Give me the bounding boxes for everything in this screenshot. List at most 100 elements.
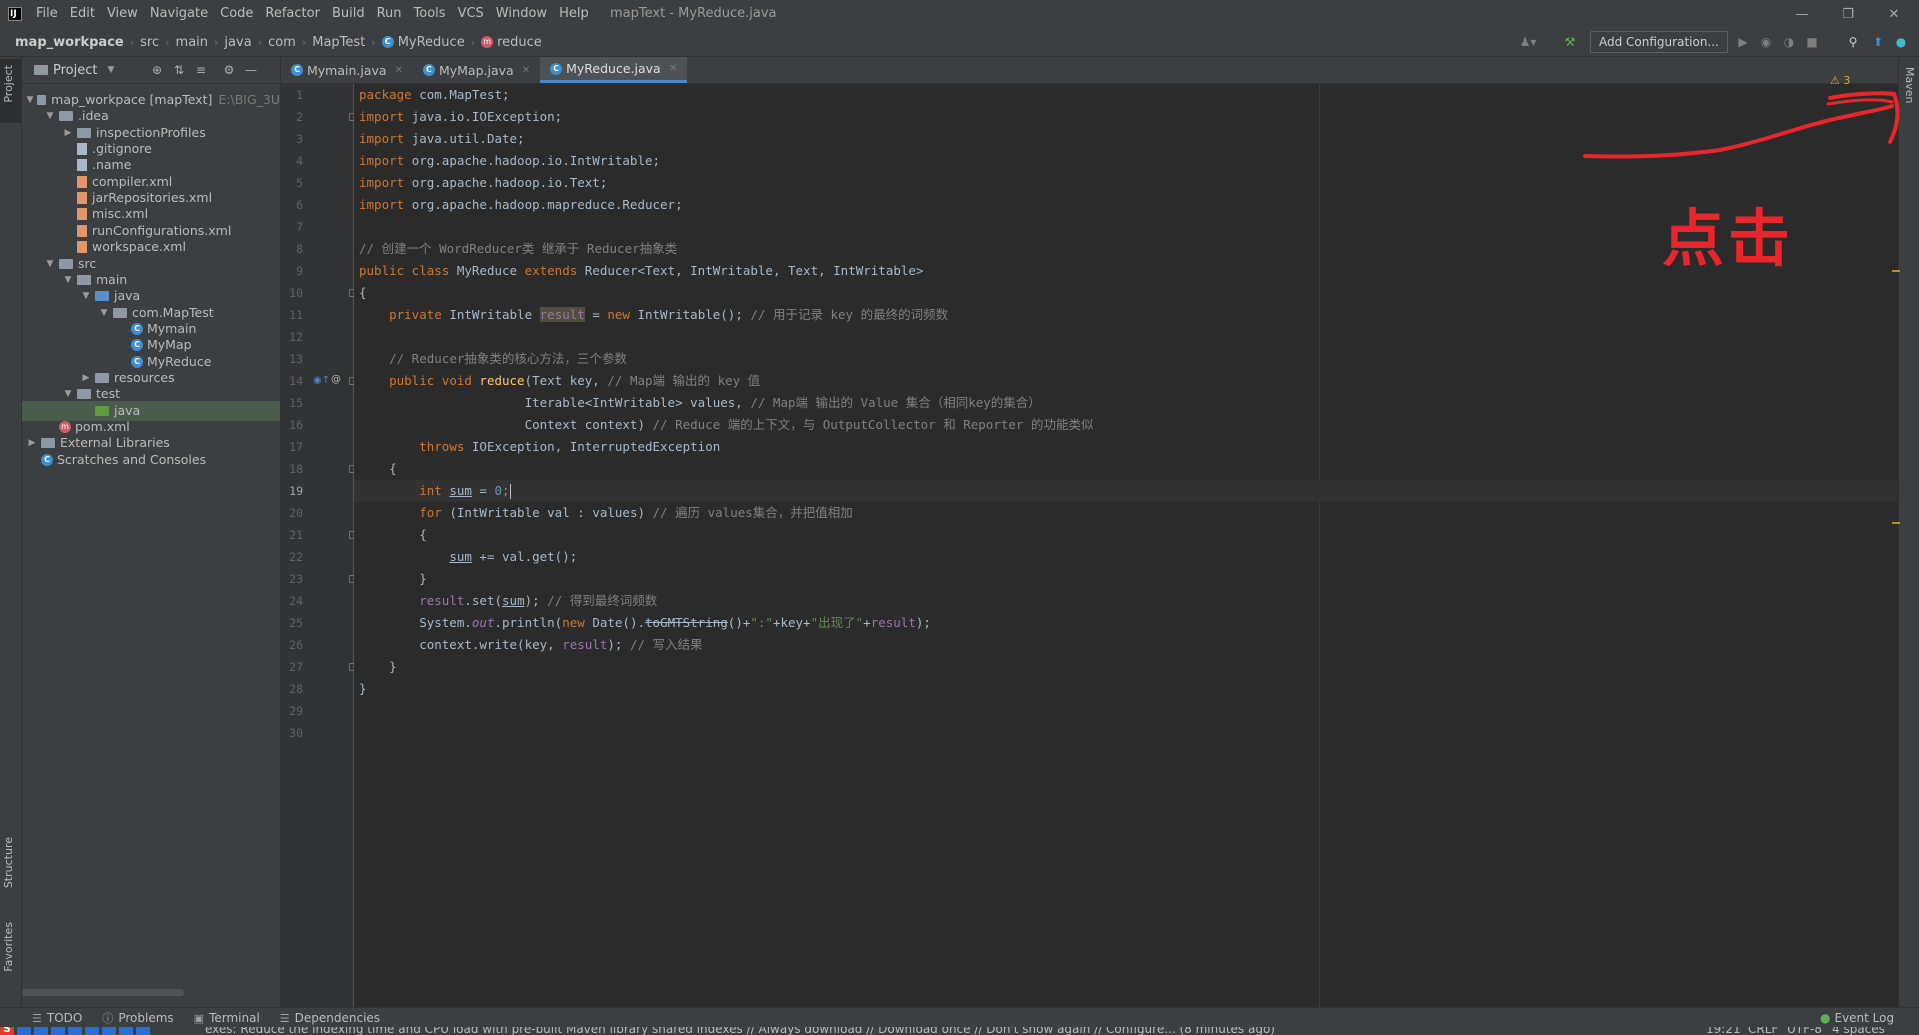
file-encoding[interactable]: UTF-8 — [1787, 1027, 1822, 1035]
menu-tools[interactable]: Tools — [408, 0, 452, 28]
line-number: 27 — [289, 660, 303, 674]
status-message[interactable]: exes: Reduce the indexing time and CPU l… — [205, 1027, 1275, 1035]
editor-tab-label: MyReduce.java — [566, 61, 661, 76]
code-token: ()+ — [727, 615, 751, 630]
ime-grid-icon[interactable] — [136, 1027, 150, 1035]
override-method-icon[interactable]: ◉↑ — [313, 375, 330, 386]
restore-icon[interactable]: ❐ — [1825, 0, 1871, 28]
code-token: sum — [449, 483, 472, 498]
dependencies-tool-button[interactable]: ☰ Dependencies — [280, 1011, 380, 1025]
maven-tool-tab[interactable]: Maven — [1903, 67, 1916, 103]
caret-position[interactable]: 19:21 — [1706, 1027, 1741, 1035]
code-token: (Text key, — [524, 373, 608, 388]
code-token: int — [419, 483, 450, 498]
breadcrumb-method[interactable]: m reduce — [478, 35, 545, 50]
breadcrumb-src[interactable]: src — [137, 35, 162, 50]
line-number: 28 — [289, 682, 303, 696]
line-number: 15 — [289, 396, 303, 410]
ime-punct-icon[interactable] — [34, 1027, 48, 1035]
breadcrumb-project[interactable]: map_workpace — [12, 35, 127, 50]
folder-icon — [113, 307, 127, 318]
code-token: import — [359, 197, 412, 212]
locate-icon[interactable]: ⊕ — [150, 63, 164, 77]
minimize-icon[interactable]: — — [1779, 0, 1825, 28]
close-tab-icon[interactable]: ✕ — [522, 65, 530, 76]
editor-tab[interactable]: C MyMap.java ✕ — [413, 57, 540, 83]
project-view-selector[interactable]: Project ▼ — [34, 63, 114, 78]
breadcrumb-separator: › — [371, 35, 376, 49]
code-line: int sum = 0; — [354, 480, 1897, 502]
menu-window[interactable]: Window — [490, 0, 553, 28]
title-bar: IJ File Edit View Navigate Code Refactor Build… — [0, 0, 1919, 28]
todo-label: TODO — [46, 1011, 83, 1025]
class-icon: C — [550, 62, 563, 75]
ime-tools-icon[interactable] — [102, 1027, 116, 1035]
indent-setting[interactable]: 4 spaces — [1832, 1027, 1885, 1035]
warning-stripe-marker[interactable] — [1892, 270, 1900, 272]
editor-tab-label: Mymain.java — [307, 62, 387, 78]
breadcrumb-main[interactable]: main — [173, 35, 211, 50]
project-tree-scrollbar[interactable] — [22, 989, 184, 996]
editor-tab[interactable]: C Mymain.java ✕ — [281, 57, 413, 83]
add-configuration-button[interactable]: Add Configuration... — [1590, 31, 1728, 53]
tree-item[interactable]: C Scratches and Consoles — [22, 450, 280, 470]
line-separator[interactable]: CRLF — [1748, 1027, 1778, 1035]
folder-icon — [59, 111, 73, 122]
code-token: Reducer<Text, IntWritable, Text, IntWrit… — [584, 263, 924, 278]
terminal-tool-button[interactable]: ▣ Terminal — [194, 1011, 260, 1025]
class-icon: C — [131, 355, 143, 368]
stop-icon[interactable]: ■ — [1804, 34, 1820, 50]
menu-file[interactable]: File — [30, 0, 64, 28]
breadcrumb-class[interactable]: C MyReduce — [379, 35, 468, 50]
code-token: Context context) — [359, 417, 653, 432]
menu-build[interactable]: Build — [326, 0, 371, 28]
todo-tool-button[interactable]: ☰ TODO — [32, 1011, 82, 1025]
warning-stripe-marker[interactable] — [1892, 522, 1900, 524]
menu-code[interactable]: Code — [214, 0, 259, 28]
close-tab-icon[interactable]: ✕ — [669, 63, 677, 74]
ime-lang-icon[interactable] — [17, 1027, 31, 1035]
plugin-icon[interactable]: ● — [1893, 34, 1909, 50]
debug-icon[interactable]: ◉ — [1758, 34, 1774, 50]
ime-mic-icon[interactable] — [68, 1027, 82, 1035]
close-tab-icon[interactable]: ✕ — [395, 65, 403, 76]
code-token: = — [471, 483, 495, 498]
breadcrumb-java[interactable]: java — [221, 35, 254, 50]
structure-tool-tab[interactable]: Structure — [2, 837, 15, 888]
menu-refactor[interactable]: Refactor — [259, 0, 326, 28]
collapse-all-icon[interactable]: ≡ — [194, 63, 208, 77]
menu-view[interactable]: View — [101, 0, 144, 28]
ime-skin-icon[interactable] — [119, 1027, 133, 1035]
xml-file-icon — [77, 224, 87, 237]
search-icon[interactable]: ⚲ — [1845, 34, 1861, 50]
problems-tool-button[interactable]: ⓘ Problems — [102, 1010, 173, 1026]
event-log-button[interactable]: ● Event Log — [1820, 1008, 1894, 1028]
editor-tab[interactable]: C MyReduce.java ✕ — [540, 57, 688, 83]
ime-keyboard-icon[interactable] — [85, 1027, 99, 1035]
run-icon[interactable]: ▶ — [1735, 34, 1751, 50]
gear-icon[interactable]: ⚙ — [222, 63, 236, 77]
project-folder-icon — [34, 65, 48, 75]
menu-help[interactable]: Help — [553, 0, 595, 28]
expand-all-icon[interactable]: ⇅ — [172, 63, 186, 77]
breadcrumb-class-label: MyReduce — [397, 34, 465, 50]
breadcrumb-com[interactable]: com — [265, 35, 299, 50]
code-line: Context context) // Reduce 端的上下文，与 Outpu… — [354, 414, 1897, 436]
hide-panel-icon[interactable]: — — [244, 63, 258, 77]
menu-run[interactable]: Run — [371, 0, 408, 28]
breadcrumb-maptest[interactable]: MapTest — [309, 35, 368, 50]
ime-emoji-icon[interactable] — [51, 1027, 65, 1035]
coverage-icon[interactable]: ◑ — [1781, 34, 1797, 50]
menu-navigate[interactable]: Navigate — [144, 0, 214, 28]
build-hammer-icon[interactable]: ⚒ — [1562, 34, 1578, 50]
code-token: extends — [524, 263, 585, 278]
close-icon[interactable]: ✕ — [1871, 0, 1917, 28]
ime-logo-icon[interactable]: S — [0, 1027, 14, 1035]
project-tool-tab[interactable]: Project — [2, 65, 15, 103]
user-dropdown-icon[interactable]: ♟▾ — [1520, 34, 1537, 50]
favorites-tool-tab[interactable]: Favorites — [2, 922, 15, 972]
update-icon[interactable]: ⬆ — [1870, 34, 1886, 50]
menu-edit[interactable]: Edit — [64, 0, 101, 28]
annotation-marker-icon[interactable]: @ — [331, 374, 341, 385]
menu-vcs[interactable]: VCS — [452, 0, 490, 28]
